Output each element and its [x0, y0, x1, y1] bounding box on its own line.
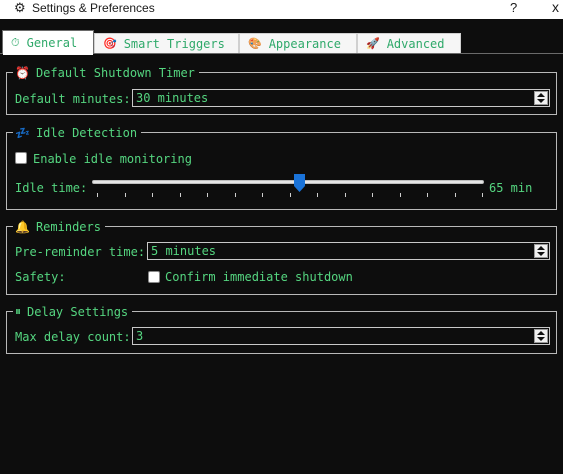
- safety-label: Safety:: [15, 270, 66, 284]
- idle-time-slider[interactable]: [92, 180, 484, 184]
- idle-time-value: 65 min: [489, 181, 533, 195]
- bell-icon: 🔔: [15, 219, 30, 234]
- spinbox-value: 30 minutes: [136, 91, 209, 105]
- slider-tick: [482, 193, 483, 197]
- slider-tick: [124, 193, 126, 197]
- spin-arrows[interactable]: [534, 91, 548, 105]
- idle-detection-title: 💤 Idle Detection: [13, 125, 142, 140]
- reminders-title: 🔔 Reminders: [13, 219, 105, 234]
- slider-tick: [262, 193, 263, 197]
- palette-icon: 🎨: [248, 37, 262, 50]
- tab-appearance[interactable]: 🎨 Appearance: [239, 33, 357, 53]
- confirm-shutdown-label[interactable]: Confirm immediate shutdown: [165, 270, 353, 284]
- delay-settings-title: ⏸ Delay Settings: [13, 304, 133, 319]
- alarm-clock-icon: ⏰: [15, 65, 30, 80]
- close-button[interactable]: x: [552, 0, 559, 15]
- slider-tick: [207, 193, 208, 197]
- stopwatch-icon: ⏱: [11, 35, 20, 49]
- slider-tick: [427, 193, 428, 197]
- slider-tick: [399, 193, 401, 197]
- title-bar: ⟩ ⚙ Settings & Preferences ? x: [0, 0, 563, 19]
- tab-label: General: [26, 35, 78, 50]
- gear-icon: ⚙: [14, 0, 26, 15]
- slider-tick: [372, 193, 373, 197]
- pre-reminder-spinbox[interactable]: 5 minutes: [147, 242, 550, 260]
- tab-general[interactable]: ⏱ General: [2, 30, 94, 55]
- slider-tick: [152, 193, 153, 197]
- tab-label: Advanced: [386, 36, 445, 51]
- spin-arrows[interactable]: [534, 244, 548, 258]
- group-title-text: Default Shutdown Timer: [35, 65, 195, 80]
- idle-time-label: Idle time:: [15, 181, 88, 195]
- group-title-text: Delay Settings: [27, 304, 129, 319]
- tab-label: Appearance: [268, 36, 341, 51]
- group-title-text: Idle Detection: [35, 125, 138, 140]
- slider-tick: [234, 193, 236, 197]
- confirm-shutdown-checkbox[interactable]: [148, 271, 160, 283]
- tab-label: Smart Triggers: [123, 36, 225, 51]
- default-minutes-spinbox[interactable]: 30 minutes: [132, 89, 550, 107]
- tab-bar: ⏱ General 🎯 Smart Triggers 🎨 Appearance …: [0, 19, 563, 55]
- app-icon: ⟩: [0, 1, 1, 15]
- slider-tick: [97, 193, 98, 197]
- default-minutes-label: Default minutes:: [15, 92, 131, 106]
- pause-icon: ⏸: [15, 304, 22, 318]
- slider-tick: [344, 193, 346, 197]
- window-title: Settings & Preferences: [32, 1, 155, 15]
- target-icon: 🎯: [103, 37, 117, 50]
- tab-advanced[interactable]: 🚀 Advanced: [357, 33, 461, 53]
- tab-smart-triggers[interactable]: 🎯 Smart Triggers: [94, 33, 239, 53]
- shutdown-timer-title: ⏰ Default Shutdown Timer: [13, 65, 199, 80]
- slider-tick: [179, 193, 181, 197]
- pre-reminder-label: Pre-reminder time:: [15, 245, 146, 259]
- idle-detection-group: 💤 Idle Detection: [6, 125, 557, 210]
- slider-tick: [289, 193, 291, 197]
- sleep-icon: 💤: [15, 125, 30, 140]
- rocket-icon: 🚀: [366, 37, 380, 50]
- slider-tick: [317, 193, 318, 197]
- spinbox-value: 3: [136, 329, 144, 343]
- spinbox-value: 5 minutes: [151, 244, 217, 258]
- reminders-group: 🔔 Reminders: [6, 219, 557, 295]
- help-button[interactable]: ?: [510, 0, 517, 15]
- max-delay-label: Max delay count:: [15, 330, 131, 344]
- enable-idle-label[interactable]: Enable idle monitoring: [33, 152, 192, 166]
- slider-handle[interactable]: [294, 174, 306, 192]
- slider-tick: [454, 193, 456, 197]
- group-title-text: Reminders: [35, 219, 101, 234]
- max-delay-spinbox[interactable]: 3: [132, 327, 550, 345]
- spin-arrows[interactable]: [534, 329, 548, 343]
- enable-idle-checkbox[interactable]: [15, 152, 27, 164]
